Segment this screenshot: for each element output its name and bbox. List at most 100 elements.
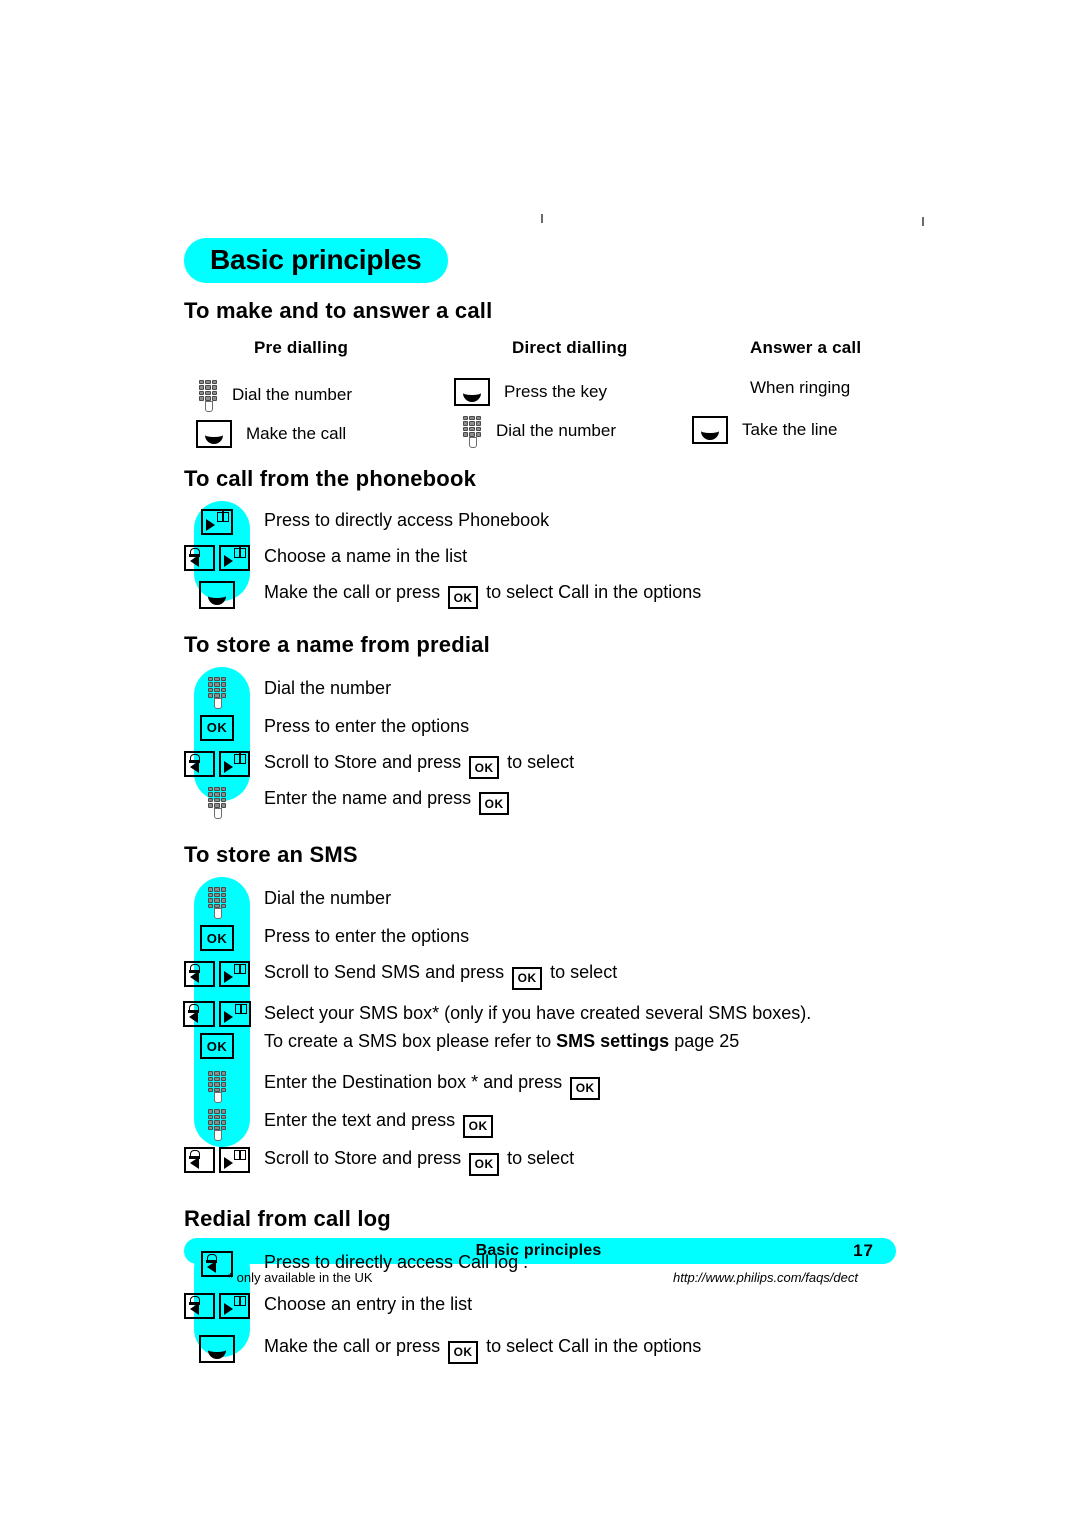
table-row: Dial the number (198, 379, 352, 412)
step-row: Enter the text and press OK (184, 1101, 900, 1142)
step-row: Make the call or press OK to select Call… (184, 575, 900, 611)
step-row: Enter the Destination box * and press OK (184, 1059, 900, 1104)
nav-left-calllog-icon (201, 1251, 233, 1278)
ok-key-icon: OK (200, 925, 234, 952)
step-text: Make the call or press OK to select Call… (250, 1333, 701, 1364)
procedure-redial-call-log: Press to directly access Call log . Choo… (184, 1241, 900, 1365)
nav-right-phonebook-icon (219, 544, 250, 571)
step-label: Take the line (742, 419, 838, 439)
step-label: When ringing (750, 377, 851, 397)
step-label: Press the key (504, 381, 607, 401)
handset-key-icon (692, 415, 728, 444)
ok-key-icon: OK (512, 966, 543, 990)
ok-key-icon: OK (200, 714, 234, 741)
step-text: Enter the Destination box * and press OK (250, 1069, 603, 1100)
handset-key-icon (199, 580, 235, 609)
step-icons (184, 1145, 250, 1174)
step-row: Press to directly access Call log . (184, 1241, 900, 1281)
step-text-line2: To create a SMS box please refer to SMS … (264, 1028, 811, 1056)
step-text: Scroll to Store and press OK to select (250, 749, 574, 780)
table-row: Dial the number (462, 415, 617, 448)
step-text-before: Make the call or press (264, 581, 441, 602)
step-text-after: to select (507, 751, 575, 772)
step-row: Dial the number (184, 877, 900, 920)
step-text-after: to select Call in the options (486, 581, 702, 602)
ok-key-icon: OK (448, 586, 479, 610)
nav-right-phonebook-icon (219, 1001, 251, 1028)
step-text-after: to select (507, 1148, 575, 1169)
section-title-store-an-sms: To store an SMS (184, 841, 358, 867)
step-text: Press to directly access Call log . (264, 1252, 529, 1273)
nav-left-calllog-icon (184, 961, 215, 988)
step-text: Dial the number (264, 677, 392, 698)
step-text: Scroll to Store and press OK to select (250, 1145, 574, 1176)
page-content: Basic principles To make and to answer a… (183, 238, 900, 1365)
step-icons: OK (183, 999, 251, 1060)
step-row: Dial the number (184, 667, 900, 709)
column-header-direct-dialling: Direct dialling (512, 337, 628, 357)
column-header-pre-dialling: Pre dialling (254, 337, 349, 357)
ok-key-icon: OK (448, 1340, 479, 1364)
step-text-before: Scroll to Store and press (264, 1148, 462, 1169)
handset-key-icon (196, 419, 232, 448)
crop-mark-left (541, 214, 543, 223)
table-row: Take the line (692, 415, 838, 444)
step-text-before: Enter the name and press (264, 787, 472, 808)
step-icons (184, 1107, 250, 1142)
procedure-store-name-predial: Dial the number OK Press to enter the op… (184, 666, 900, 819)
nav-right-phonebook-icon (219, 1293, 250, 1320)
step-row: Scroll to Store and press OK to select (184, 1139, 900, 1177)
step-icons (184, 785, 250, 819)
keypad-icon (198, 379, 218, 412)
step-row: Press to directly access Phonebook (184, 501, 900, 539)
keypad-icon (207, 1109, 227, 1142)
keypad-icon (207, 786, 227, 819)
keypad-icon (207, 676, 227, 709)
step-row: Enter the name and press OK (184, 781, 900, 819)
nav-left-calllog-icon (184, 750, 215, 777)
step-text-after: to select (550, 962, 618, 983)
step-text-before: To create a SMS box please refer to (264, 1031, 557, 1052)
section-title-call-from-phonebook: To call from the phonebook (184, 465, 477, 491)
step-text: Enter the name and press OK (250, 785, 512, 816)
step-label: Make the call (246, 423, 347, 443)
cross-reference-label: SMS settings (556, 1031, 670, 1052)
step-text-before: Scroll to Send SMS and press (264, 962, 505, 983)
column-header-answer-a-call: Answer a call (750, 337, 862, 357)
handset-key-icon (454, 377, 490, 406)
step-label: Dial the number (496, 420, 617, 440)
ok-key-icon: OK (463, 1114, 494, 1138)
step-text-line1: Select your SMS box* (only if you have c… (264, 1003, 812, 1024)
step-icons (184, 1333, 250, 1364)
step-text-before: Scroll to Store and press (264, 751, 462, 772)
step-icons: OK (184, 923, 250, 952)
step-icons (184, 885, 250, 920)
step-row: Scroll to Store and press OK to select (184, 745, 900, 781)
step-icons (184, 543, 250, 571)
step-text: Press to enter the options (264, 715, 470, 736)
step-icons (184, 507, 250, 535)
step-icons (184, 749, 250, 777)
step-text-after: to select Call in the options (486, 1336, 702, 1357)
step-text: Choose an entry in the list (264, 1294, 473, 1315)
chapter-title-badge: Basic principles (184, 238, 448, 284)
step-row: OK Press to enter the options (184, 707, 900, 745)
step-icons (184, 675, 250, 709)
nav-left-calllog-icon (184, 1147, 215, 1174)
keypad-icon (207, 1071, 227, 1104)
procedure-call-from-phonebook: Press to directly access Phonebook Choos… (184, 500, 900, 611)
step-icons (184, 1249, 250, 1278)
step-text: Enter the text and press OK (250, 1107, 496, 1138)
crop-mark-right (922, 217, 924, 226)
call-methods-table: Pre dialling Direct dialling Answer a ca… (184, 336, 900, 451)
nav-left-calllog-icon (184, 544, 215, 571)
step-text: Press to directly access Phonebook (264, 509, 550, 530)
step-text-before: Enter the text and press (264, 1110, 456, 1131)
ok-key-icon: OK (469, 756, 500, 780)
step-icons (184, 1291, 250, 1320)
step-icons (184, 579, 250, 609)
ok-key-icon: OK (469, 1152, 500, 1176)
step-text: Dial the number (264, 888, 392, 909)
step-text: Select your SMS box* (only if you have c… (250, 999, 811, 1056)
nav-right-phonebook-icon (219, 961, 250, 988)
